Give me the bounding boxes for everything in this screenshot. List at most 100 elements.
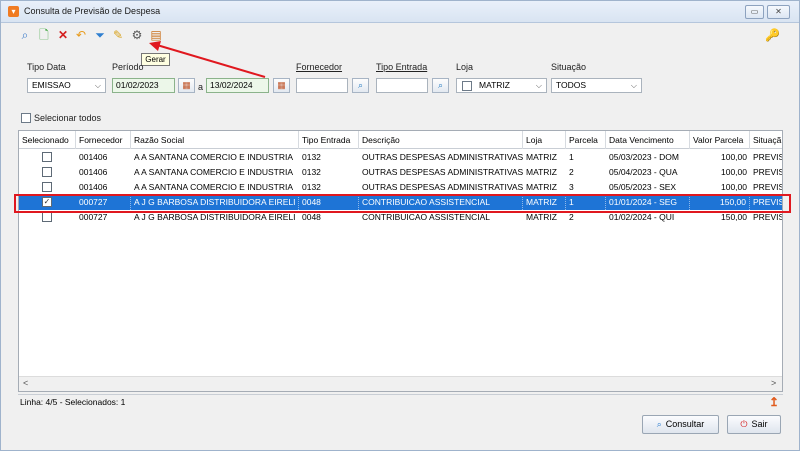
search-icon: ⌕ [656, 419, 662, 429]
undo-icon[interactable]: ↶ [74, 28, 88, 42]
fornecedor-label: Fornecedor [296, 62, 343, 72]
cell-fornecedor: 001406 [79, 182, 108, 192]
cell-venc: 05/05/2023 - SEX [609, 182, 677, 192]
title-bar: ▾ Consulta de Previsão de Despesa ▭ ✕ [1, 1, 799, 23]
situacao-label: Situação [551, 62, 587, 72]
cell-valor: 100,00 [721, 152, 747, 162]
cell-valor: 100,00 [721, 167, 747, 177]
fornecedor-search-button[interactable]: ⌕ [352, 78, 369, 93]
consultar-button[interactable]: ⌕ Consultar [642, 415, 719, 434]
column-header-data-vencimento[interactable]: Data Vencimento [606, 131, 690, 149]
edit-icon[interactable]: ✎ [111, 28, 125, 42]
new-document-icon[interactable]: 🗋 [37, 28, 51, 42]
table-row[interactable]: 000727 A J G BARBOSA DISTRIBUIDORA EIRELI… [19, 210, 782, 225]
row-select-checkbox[interactable] [42, 167, 52, 177]
cell-situacao: PREVIST [753, 152, 782, 162]
fornecedor-field[interactable] [296, 78, 348, 93]
gear-icon[interactable]: ⚙ [130, 28, 144, 42]
cell-razao: A A SANTANA COMERCIO E INDUSTRIA [134, 152, 294, 162]
cell-tipo: 0048 [299, 195, 359, 210]
cell-descricao: OUTRAS DESPESAS ADMINISTRATIVAS [362, 182, 523, 192]
table-row[interactable]: ✓ 000727 A J G BARBOSA DISTRIBUIDORA EIREL… [19, 195, 782, 210]
scroll-right-icon[interactable]: > [771, 378, 776, 388]
loja-checkbox[interactable] [462, 81, 472, 91]
calendar-end-button[interactable]: ▦ [273, 78, 290, 93]
table-row[interactable]: 001406 A A SANTANA COMERCIO E INDUSTRIA 01… [19, 180, 782, 195]
filter-panel: Tipo Data EMISSAO ⌵ Período 01/02/2023 ▦… [1, 59, 799, 109]
loja-select[interactable]: MATRIZ ⌵ [456, 78, 547, 93]
cell-razao: A J G BARBOSA DISTRIBUIDORA EIRELI [134, 212, 296, 222]
close-button[interactable]: ✕ [767, 5, 790, 19]
row-select-checkbox-checked[interactable]: ✓ [42, 197, 52, 207]
key-icon[interactable]: 🔑 [765, 28, 780, 42]
column-header-parcela[interactable]: Parcela [566, 131, 606, 149]
situacao-select[interactable]: TODOS ⌵ [551, 78, 642, 93]
loja-label: Loja [456, 62, 474, 72]
sair-label: Sair [751, 419, 768, 429]
column-header-selecionado[interactable]: Selecionado [19, 131, 76, 149]
cell-loja: MATRIZ [526, 167, 558, 177]
cell-fornecedor: 001406 [79, 167, 108, 177]
row-select-checkbox[interactable] [42, 182, 52, 192]
column-header-tipo-entrada[interactable]: Tipo Entrada [299, 131, 359, 149]
search-icon[interactable]: ⌕ [18, 28, 32, 42]
calendar-start-button[interactable]: ▦ [178, 78, 195, 93]
column-header-descricao[interactable]: Descrição [359, 131, 523, 149]
app-icon: ▾ [8, 6, 19, 17]
grid-header: Selecionado Fornecedor Razão Social Tipo… [19, 131, 782, 149]
filter-icon[interactable]: ⏷ [93, 28, 107, 42]
column-header-razao-social[interactable]: Razão Social [131, 131, 299, 149]
horizontal-scrollbar[interactable]: < > [19, 376, 782, 391]
cell-parcela: 1 [566, 195, 606, 210]
scroll-left-icon[interactable]: < [23, 378, 28, 388]
cell-venc: 05/04/2023 - QUA [609, 167, 678, 177]
cell-loja: MATRIZ [523, 195, 566, 210]
table-row[interactable]: 001406 A A SANTANA COMERCIO E INDUSTRIA 01… [19, 165, 782, 180]
cell-razao: A J G BARBOSA DISTRIBUIDORA EIRELI [131, 195, 299, 210]
cell-tipo: 0132 [302, 182, 321, 192]
column-header-valor-parcela[interactable]: Valor Parcela [690, 131, 750, 149]
cell-parcela: 1 [569, 152, 574, 162]
row-select-checkbox[interactable] [42, 212, 52, 222]
sort-icon[interactable]: ↥ [769, 395, 779, 409]
date-separator: a [198, 82, 204, 92]
restore-button[interactable]: ▭ [745, 5, 764, 19]
cell-fornecedor: 001406 [79, 152, 108, 162]
cell-valor: 150,00 [690, 195, 750, 210]
report-icon[interactable]: ▤ [149, 28, 163, 42]
tipo-data-select[interactable]: EMISSAO ⌵ [27, 78, 106, 93]
cell-parcela: 2 [569, 212, 574, 222]
column-header-situacao[interactable]: Situaçã [750, 131, 782, 149]
cell-loja: MATRIZ [526, 152, 558, 162]
cell-descricao: CONTRIBUICAO ASSISTENCIAL [359, 195, 523, 210]
delete-icon[interactable]: ✕ [56, 28, 70, 42]
chevron-down-icon: ⌵ [535, 81, 542, 90]
column-header-fornecedor[interactable]: Fornecedor [76, 131, 131, 149]
results-grid: Selecionado Fornecedor Razão Social Tipo… [18, 130, 783, 392]
cell-loja: MATRIZ [526, 212, 558, 222]
cell-situacao: PREVIST [753, 212, 782, 222]
date-start-field[interactable]: 01/02/2023 [112, 78, 175, 93]
cell-descricao: CONTRIBUICAO ASSISTENCIAL [362, 212, 490, 222]
tipo-entrada-search-button[interactable]: ⌕ [432, 78, 449, 93]
cell-situacao: PREVIST [753, 182, 782, 192]
table-row[interactable]: 001406 A A SANTANA COMERCIO E INDUSTRIA 01… [19, 150, 782, 165]
column-header-loja[interactable]: Loja [523, 131, 566, 149]
row-select-checkbox[interactable] [42, 152, 52, 162]
cell-fornecedor: 000727 [79, 212, 108, 222]
select-all-checkbox[interactable] [21, 113, 31, 123]
situacao-value: TODOS [556, 80, 587, 90]
consultar-label: Consultar [665, 419, 705, 429]
tipo-data-value: EMISSAO [32, 80, 71, 90]
tipo-entrada-field[interactable] [376, 78, 428, 93]
sair-button[interactable]: ⏻ Sair [727, 415, 781, 434]
status-text: Linha: 4/5 - Selecionados: 1 [20, 397, 126, 407]
cell-razao: A A SANTANA COMERCIO E INDUSTRIA [134, 182, 294, 192]
cell-razao: A A SANTANA COMERCIO E INDUSTRIA [134, 167, 294, 177]
tipo-entrada-label: Tipo Entrada [376, 62, 428, 72]
cell-valor: 100,00 [721, 182, 747, 192]
cell-situacao: PREVIST [753, 167, 782, 177]
cell-valor: 150,00 [721, 212, 747, 222]
date-end-field[interactable]: 13/02/2024 [206, 78, 269, 93]
cell-loja: MATRIZ [526, 182, 558, 192]
